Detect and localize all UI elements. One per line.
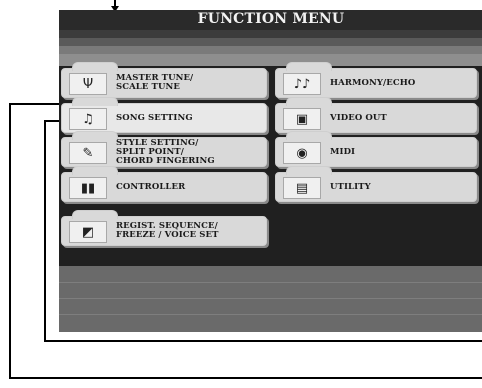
menu-controller-label: CONTROLLER bbox=[116, 181, 186, 192]
menu-master-tune-label: MASTER TUNE/ SCALE TUNE bbox=[116, 73, 194, 92]
controller-icon: ▮▮ bbox=[69, 177, 107, 199]
background-band-3 bbox=[59, 54, 482, 66]
menu-style-setting[interactable]: ✎ STYLE SETTING/ SPLIT POINT/ CHORD FING… bbox=[61, 131, 267, 167]
background-band-1 bbox=[59, 38, 482, 46]
menu-regist-sequence-label: REGIST. SEQUENCE/ FREEZE / VOICE SET bbox=[116, 221, 219, 240]
style-icon: ✎ bbox=[69, 142, 107, 164]
midi-connector-icon: ◉ bbox=[283, 142, 321, 164]
menu-video-out-label: VIDEO OUT bbox=[330, 112, 387, 123]
menu-midi[interactable]: ◉ MIDI bbox=[275, 131, 477, 167]
bracket-inner-bottom bbox=[44, 340, 482, 342]
menu-style-setting-label: STYLE SETTING/ SPLIT POINT/ CHORD FINGER… bbox=[116, 137, 215, 166]
menu-master-tune[interactable]: Ψ MASTER TUNE/ SCALE TUNE bbox=[61, 62, 267, 98]
bracket-outer-top bbox=[9, 103, 60, 105]
screen-title: FUNCTION MENU bbox=[197, 11, 345, 27]
lcd-screen: FUNCTION MENU Ψ MASTER TUNE/ SCALE TUNE … bbox=[59, 10, 482, 332]
menu-video-out[interactable]: ▣ VIDEO OUT bbox=[275, 97, 477, 133]
menu-song-setting-label: SONG SETTING bbox=[116, 112, 193, 123]
menu-harmony-echo[interactable]: ♪♪ HARMONY/ECHO bbox=[275, 62, 477, 98]
bracket-outer-bottom bbox=[9, 377, 482, 379]
video-monitor-icon: ▣ bbox=[283, 108, 321, 130]
menu-harmony-echo-label: HARMONY/ECHO bbox=[330, 77, 416, 88]
background-band-2 bbox=[59, 46, 482, 54]
harmony-notes-icon: ♪♪ bbox=[283, 73, 321, 95]
bracket-outer-vertical bbox=[9, 103, 11, 378]
bracket-inner-top bbox=[44, 120, 60, 122]
lower-panel bbox=[59, 266, 482, 332]
regist-icon: ◩ bbox=[69, 221, 107, 243]
menu-controller[interactable]: ▮▮ CONTROLLER bbox=[61, 166, 267, 202]
menu-song-setting[interactable]: ♫ SONG SETTING bbox=[61, 97, 267, 133]
music-note-icon: ♫ bbox=[69, 108, 107, 130]
title-band bbox=[59, 30, 482, 38]
menu-midi-label: MIDI bbox=[330, 146, 356, 157]
bracket-inner-vertical bbox=[44, 120, 46, 341]
menu-utility[interactable]: ▤ UTILITY bbox=[275, 166, 477, 202]
menu-regist-sequence[interactable]: ◩ REGIST. SEQUENCE/ FREEZE / VOICE SET bbox=[61, 210, 267, 246]
utility-computer-icon: ▤ bbox=[283, 177, 321, 199]
tuning-fork-icon: Ψ bbox=[69, 73, 107, 95]
menu-utility-label: UTILITY bbox=[330, 181, 371, 192]
